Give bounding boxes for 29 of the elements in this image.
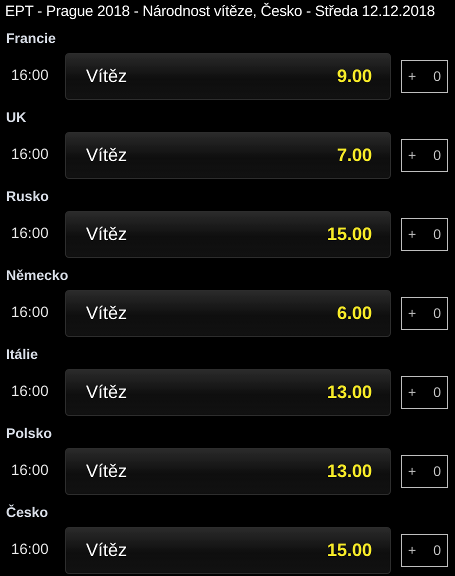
- event-time: 16:00: [10, 461, 50, 482]
- add-counter-button[interactable]: + 0: [401, 455, 448, 488]
- country-name: UK: [5, 108, 28, 127]
- odds-button[interactable]: Vítěz 9.00: [65, 53, 391, 100]
- odds-button[interactable]: Vítěz 13.00: [65, 369, 391, 416]
- add-counter-button[interactable]: + 0: [401, 139, 448, 172]
- country-name: Itálie: [5, 345, 39, 364]
- odds-button[interactable]: Vítěz 15.00: [65, 211, 391, 258]
- event-time: 16:00: [10, 382, 50, 402]
- event-time: 16:00: [10, 145, 50, 166]
- odds-button[interactable]: Vítěz 15.00: [65, 527, 391, 574]
- event-time: 16:00: [10, 303, 50, 324]
- country-name: Francie: [5, 29, 57, 48]
- add-counter-button[interactable]: + 0: [401, 60, 448, 93]
- page-title: EPT - Prague 2018 - Národnost vítěze, Česko - Středa 12.12.2018: [4, 2, 436, 22]
- odds-button[interactable]: Vítěz 6.00: [65, 290, 391, 337]
- add-counter-button[interactable]: + 0: [401, 376, 448, 409]
- country-name: Polsko: [5, 424, 53, 443]
- event-time: 16:00: [10, 66, 50, 86]
- country-name: Německo: [5, 266, 70, 285]
- event-time: 16:00: [10, 540, 50, 560]
- odds-button[interactable]: Vítěz 13.00: [65, 448, 391, 495]
- country-name: Rusko: [5, 187, 50, 206]
- country-name: Česko: [5, 503, 50, 522]
- add-counter-button[interactable]: + 0: [401, 534, 448, 567]
- add-counter-button[interactable]: + 0: [401, 218, 448, 251]
- event-time: 16:00: [10, 224, 50, 244]
- add-counter-button[interactable]: + 0: [401, 297, 448, 330]
- odds-button[interactable]: Vítěz 7.00: [65, 132, 391, 179]
